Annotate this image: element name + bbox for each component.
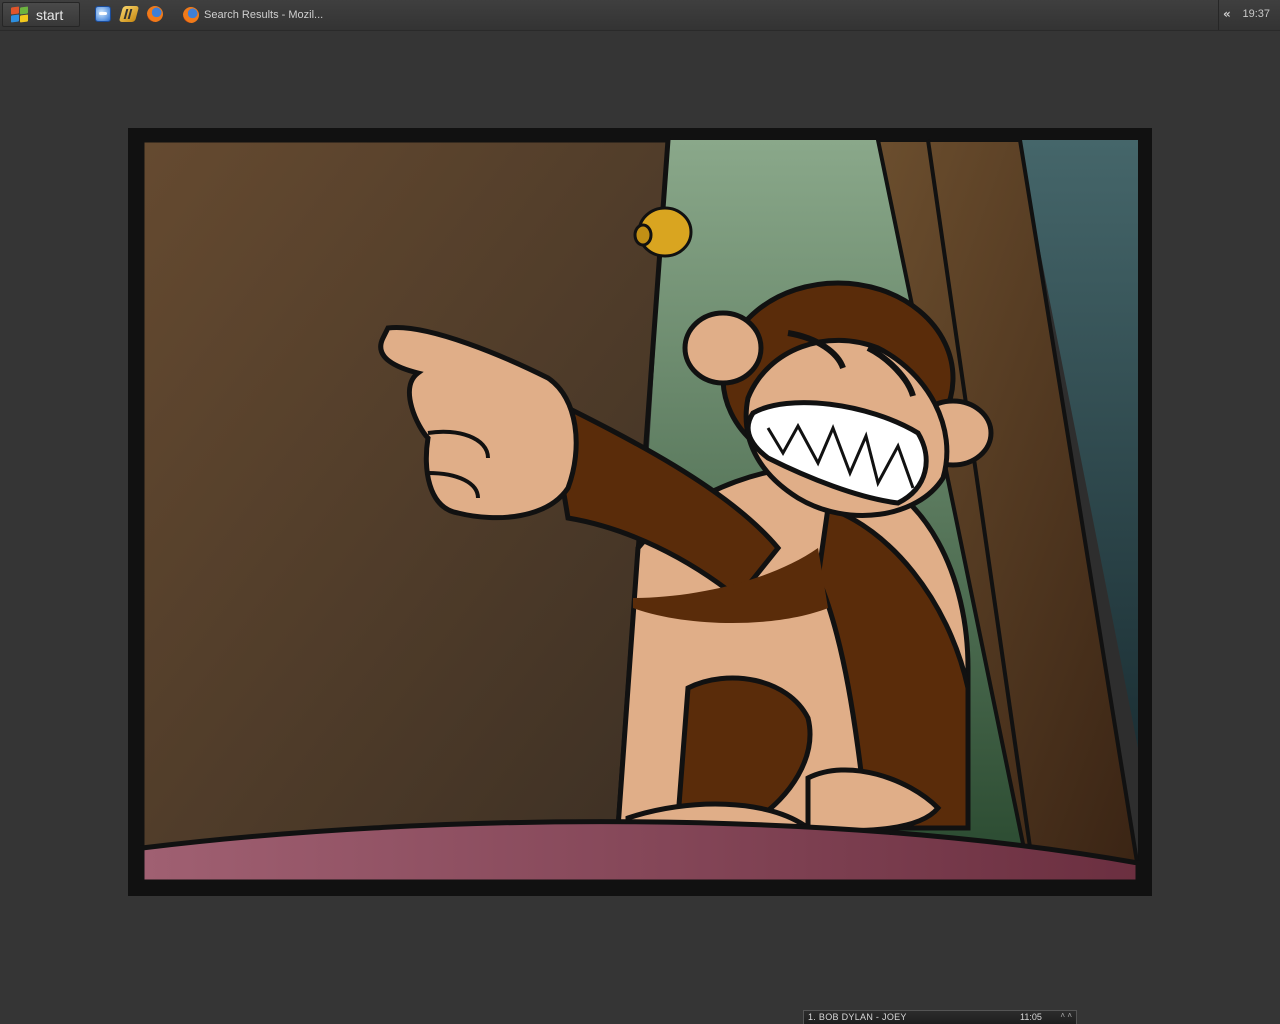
player-controls-icon[interactable]: ˄ ˄ bbox=[1060, 1011, 1072, 1020]
firefox-icon[interactable] bbox=[147, 6, 163, 22]
tray-expand-icon[interactable]: « bbox=[1223, 7, 1231, 21]
task-label: Search Results - Mozil... bbox=[204, 9, 324, 21]
start-button[interactable]: start bbox=[2, 2, 80, 27]
taskbar-task-firefox[interactable]: Search Results - Mozil... bbox=[180, 3, 340, 27]
tray-clock: 19:37 bbox=[1242, 8, 1270, 20]
media-player-bar[interactable]: 1. BOB DYLAN - JOEY 11:05 ˄ ˄ bbox=[803, 1010, 1077, 1024]
media-player-icon[interactable] bbox=[118, 6, 140, 22]
taskbar: start Search Results - Mozil... « 19:37 bbox=[0, 0, 1280, 31]
start-label: start bbox=[36, 6, 64, 23]
internet-explorer-icon[interactable] bbox=[95, 6, 111, 22]
evil-monkey-illustration bbox=[139, 137, 1141, 885]
now-playing-track: 1. BOB DYLAN - JOEY bbox=[808, 1012, 907, 1022]
firefox-icon bbox=[183, 7, 199, 23]
system-tray: « 19:37 bbox=[1218, 0, 1280, 30]
windows-logo-icon bbox=[11, 5, 29, 23]
playback-time: 11:05 bbox=[1020, 1012, 1042, 1022]
wallpaper-image bbox=[128, 128, 1152, 896]
